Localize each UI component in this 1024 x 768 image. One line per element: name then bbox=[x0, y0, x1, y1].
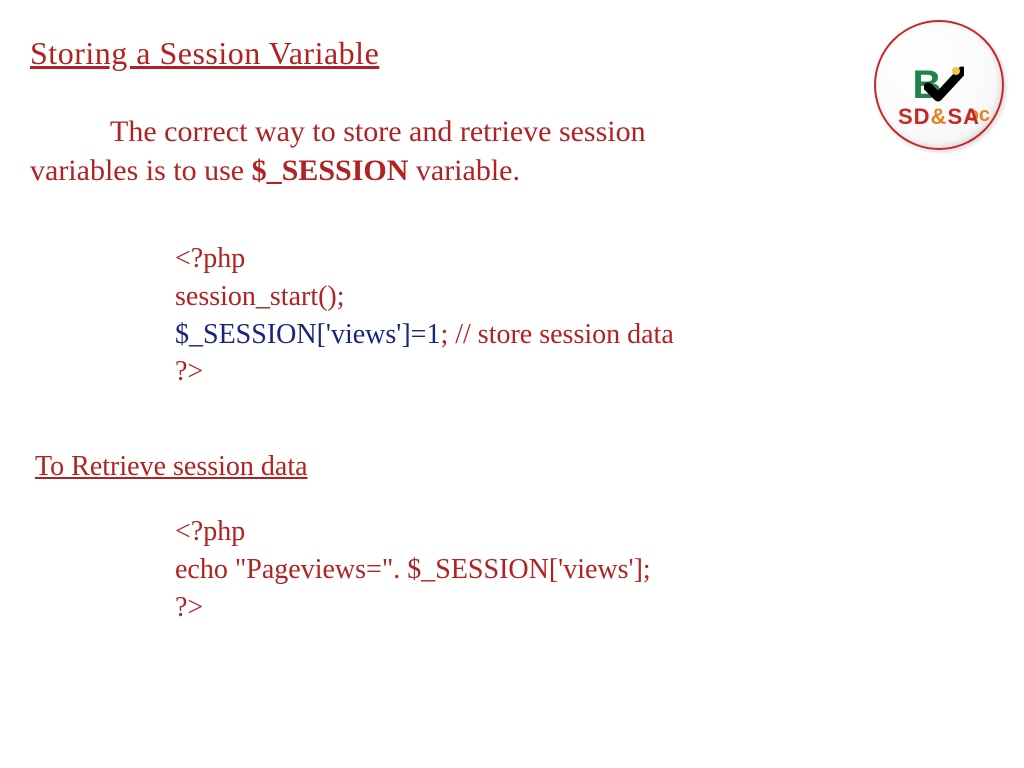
code1-line3: $_SESSION['views']=1; // store session d… bbox=[175, 316, 994, 354]
session-var-keyword: $_SESSION bbox=[252, 154, 409, 187]
checkmark-icon bbox=[924, 65, 964, 105]
slide-title: Storing a Session Variable bbox=[30, 35, 994, 72]
code1-line2: session_start(); bbox=[175, 278, 994, 316]
logo-bottom-text: SD&SA bbox=[898, 104, 980, 130]
code2-line2: echo "Pageviews=". $_SESSION['views']; bbox=[175, 551, 994, 589]
logo-sd: SD bbox=[898, 104, 931, 129]
code2-line3: ?> bbox=[175, 589, 994, 627]
slide-content: Storing a Session Variable The correct w… bbox=[0, 0, 1024, 657]
logo-top-row: B oc bbox=[876, 60, 1002, 110]
logo-circle: B oc SD&SA bbox=[874, 20, 1004, 150]
logo-amp: & bbox=[931, 104, 948, 129]
intro-line1: The correct way to store and retrieve se… bbox=[110, 115, 646, 148]
logo-badge: B oc SD&SA bbox=[874, 20, 1004, 150]
code1-line3-assign: $_SESSION['views']=1 bbox=[175, 319, 440, 350]
code2-line1: <?php bbox=[175, 513, 994, 551]
code1-line3-comment: ; // store session data bbox=[440, 319, 673, 350]
retrieve-subtitle: To Retrieve session data bbox=[35, 451, 994, 483]
code1-line4: ?> bbox=[175, 353, 994, 391]
intro-paragraph: The correct way to store and retrieve se… bbox=[30, 112, 994, 190]
intro-line2-prefix: variables is to use bbox=[30, 154, 252, 187]
code-block-retrieve: <?php echo "Pageviews=". $_SESSION['view… bbox=[175, 513, 994, 626]
code1-line1: <?php bbox=[175, 240, 994, 278]
logo-sa: SA bbox=[947, 104, 980, 129]
code-block-store: <?php session_start(); $_SESSION['views'… bbox=[175, 240, 994, 391]
intro-line2-suffix: variable. bbox=[408, 154, 520, 187]
